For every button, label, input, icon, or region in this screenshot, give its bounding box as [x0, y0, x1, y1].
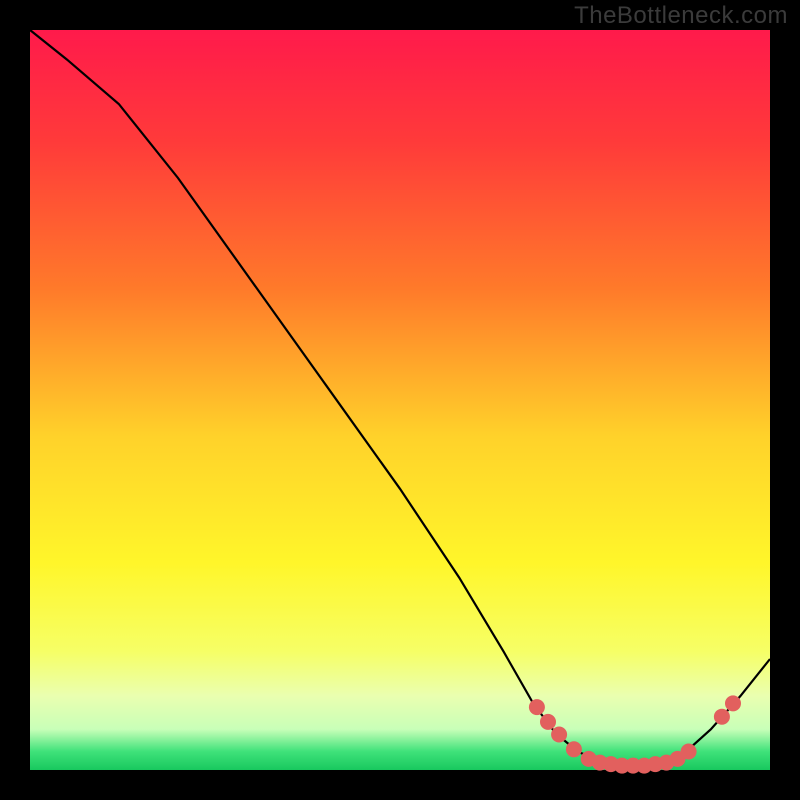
data-marker [551, 727, 567, 743]
data-marker [540, 714, 556, 730]
watermark-text: TheBottleneck.com [574, 2, 788, 30]
chart-container: TheBottleneck.com [0, 0, 800, 800]
gradient-background [30, 30, 770, 770]
data-marker [529, 699, 545, 715]
bottleneck-chart [0, 0, 800, 800]
data-marker [714, 709, 730, 725]
data-marker [681, 744, 697, 760]
data-marker [566, 741, 582, 757]
data-marker [725, 695, 741, 711]
